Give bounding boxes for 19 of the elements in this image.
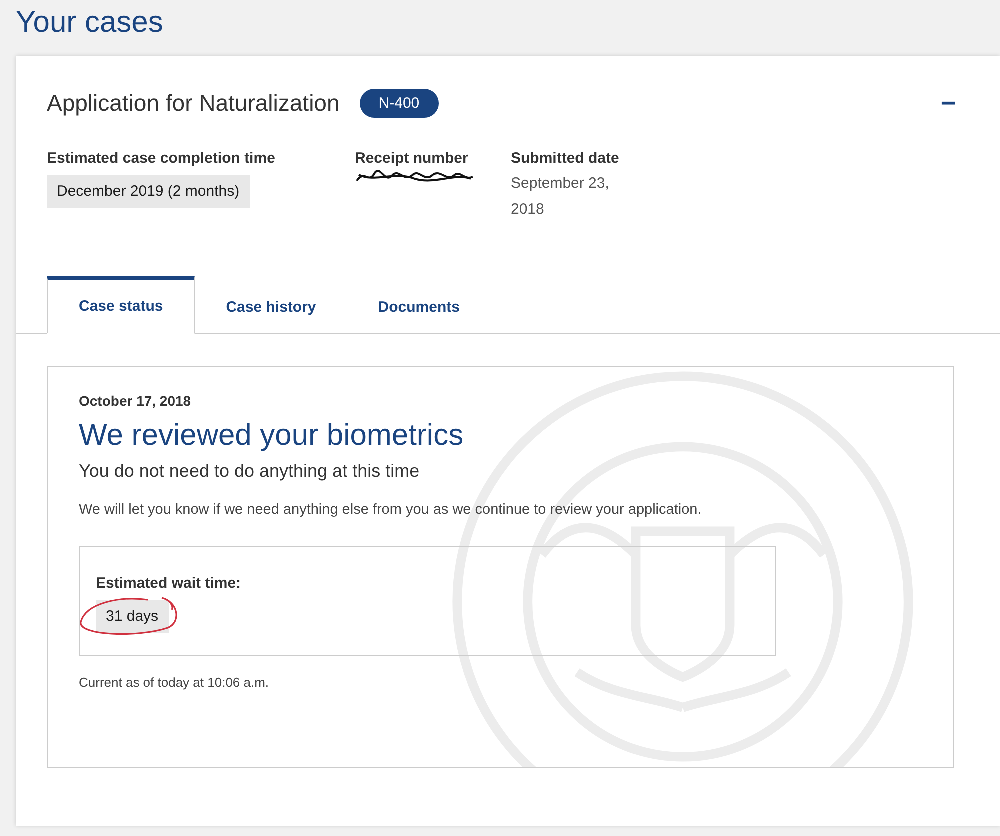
updated-note: Current as of today at 10:06 a.m.	[79, 674, 270, 692]
collapse-button[interactable]: −	[940, 88, 956, 118]
tab[interactable]: Documents	[347, 276, 491, 334]
field-label: Receipt number	[355, 150, 470, 167]
field-value: September 23, 2018	[511, 174, 610, 220]
field-value: December 2019 (2 months)	[47, 175, 250, 208]
status-subheading: You do not need to do anything at this time	[79, 461, 421, 482]
tab[interactable]: Case status	[47, 276, 196, 334]
case-title: Application for Naturalization	[47, 90, 340, 116]
field-label: Estimated case completion time	[47, 150, 276, 167]
status-message: We will let you know if we need anything else from you as we continue to review your application.	[79, 502, 703, 518]
field-label: Submitted date	[511, 150, 620, 167]
wait-time-value: 31 days	[96, 600, 169, 633]
form-badge: N-400	[360, 88, 439, 118]
wait-time-label: Estimated wait time:	[96, 575, 242, 592]
status-date: October 17, 2018	[79, 393, 192, 409]
tab[interactable]: Case history	[195, 276, 348, 334]
page-title: Your cases	[16, 6, 164, 40]
status-heading: We reviewed your biometrics	[79, 419, 465, 453]
